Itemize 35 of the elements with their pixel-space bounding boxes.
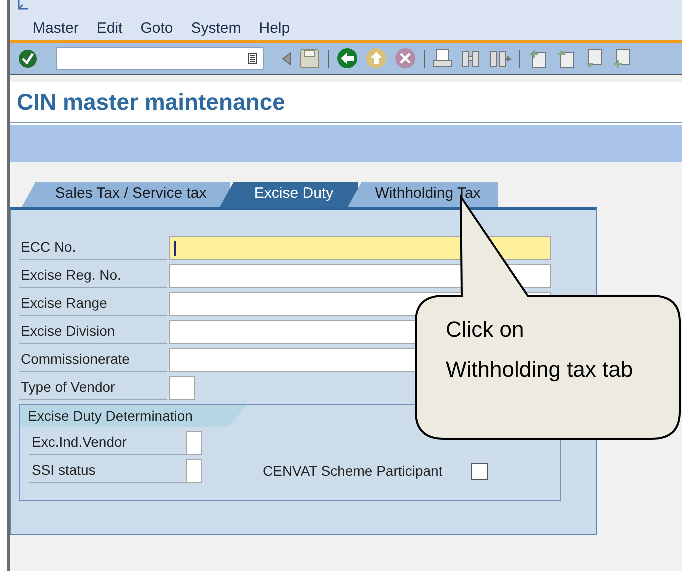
group-title: Excise Duty Determination (20, 405, 248, 427)
menu-item[interactable]: Edit (96, 18, 123, 40)
input-field[interactable] (186, 459, 202, 483)
checkbox[interactable] (470, 462, 488, 480)
tab[interactable]: Excise Duty (220, 182, 358, 207)
input-field[interactable] (169, 236, 551, 260)
field-label: Commissionerate (19, 348, 167, 372)
binoculars-plus-icon[interactable] (489, 48, 511, 68)
window-icon (18, 0, 30, 10)
field-label: Excise Range (19, 292, 167, 316)
menu-item[interactable]: System (191, 18, 242, 40)
tab[interactable]: Withholding Tax (348, 182, 498, 207)
check-icon[interactable] (18, 48, 38, 68)
field-label: ECC No. (19, 236, 167, 260)
dropdown-icon[interactable] (248, 53, 257, 64)
print-icon[interactable] (433, 48, 453, 68)
menu-item[interactable]: Help (259, 18, 290, 40)
menu-item[interactable]: Goto (140, 18, 174, 40)
triangle-icon[interactable] (282, 52, 292, 66)
field-label: Type of Vendor (19, 376, 167, 400)
tooltip-text: Click on Withholding tax tab (446, 316, 634, 384)
exit-icon[interactable] (366, 48, 387, 69)
screen-title: CIN master maintenance (17, 88, 286, 117)
menu-item[interactable]: Master (33, 18, 79, 40)
checkbox-label: CENVAT Scheme Participant (263, 462, 443, 481)
input-field[interactable] (186, 431, 202, 455)
field-label: Excise Reg. No. (19, 264, 167, 288)
binoculars-icon[interactable] (461, 48, 481, 68)
command-field[interactable] (56, 47, 264, 70)
save-icon[interactable] (300, 48, 320, 68)
input-field[interactable] (169, 376, 195, 400)
cancel-icon[interactable] (395, 48, 416, 69)
back-icon[interactable] (337, 48, 358, 69)
field-label: Excise Division (19, 320, 167, 344)
tab[interactable]: Sales Tax / Service tax (22, 182, 230, 207)
